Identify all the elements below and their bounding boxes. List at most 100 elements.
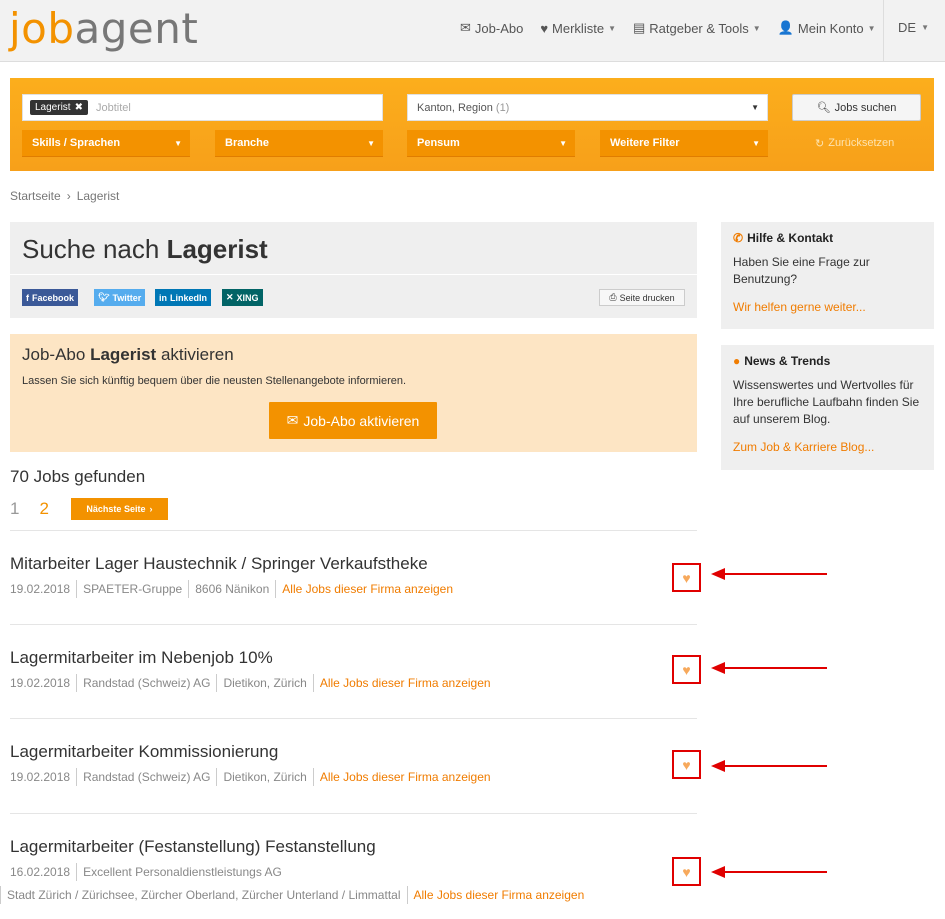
chevron-down-icon: ▼ <box>751 103 759 112</box>
results-count: 70 Jobs gefunden <box>10 467 146 486</box>
job-item: Lagermitarbeiter im Nebenjob 10% 19.02.2… <box>10 624 701 718</box>
job-meta: 19.02.2018 Randstad (Schweiz) AG Dietiko… <box>10 674 491 692</box>
chevron-down-icon: ▼ <box>367 139 375 148</box>
envelope-icon: ✉ <box>460 20 471 35</box>
job-title[interactable]: Lagermitarbeiter (Festanstellung) Festan… <box>10 837 376 857</box>
job-meta: 16.02.2018 Excellent Personaldienstleist… <box>10 863 282 881</box>
chevron-down-icon: ▼ <box>559 139 567 148</box>
nav-ratgeber[interactable]: ▤ Ratgeber & Tools ▼ <box>633 20 761 36</box>
print-button[interactable]: ⎙ Seite drucken <box>599 289 685 306</box>
company-jobs-link[interactable]: Alle Jobs dieser Firma anzeigen <box>414 888 585 902</box>
heart-icon: ♥ <box>682 569 691 586</box>
site-header: jobagent ✉ Job-Abo ♥ Merkliste ▼ ▤ Ratge… <box>0 0 945 62</box>
activate-abo-button[interactable]: ✉ Job-Abo aktivieren <box>269 402 437 439</box>
main-nav: ✉ Job-Abo ♥ Merkliste ▼ ▤ Ratgeber & Too… <box>460 20 893 36</box>
envelope-icon: ✉ <box>286 412 299 428</box>
nav-divider <box>883 0 884 62</box>
close-icon[interactable]: ✖ <box>75 102 83 113</box>
chevron-down-icon: ▼ <box>867 23 876 33</box>
chevron-down-icon: ▼ <box>608 23 616 33</box>
page-title: Suche nach Lagerist <box>22 234 268 264</box>
job-meta: Stadt Zürich / Zürichsee, Zürcher Oberla… <box>0 886 584 904</box>
heart-icon: ♥ <box>682 756 691 773</box>
printer-icon: ⎙ <box>609 292 617 302</box>
breadcrumb-current: Lagerist <box>76 189 120 203</box>
arrow-annotation <box>711 568 827 580</box>
globe-icon: ● <box>733 354 741 368</box>
logo[interactable]: jobagent <box>9 4 198 54</box>
page-1[interactable]: 1 <box>10 499 19 519</box>
job-abo-box: Job-Abo Lagerist aktivieren Lassen Sie s… <box>10 334 697 452</box>
job-item: Lagermitarbeiter Kommissionierung 19.02.… <box>10 718 701 813</box>
blog-link[interactable]: Zum Job & Karriere Blog... <box>733 440 874 454</box>
book-icon: ▤ <box>632 20 646 35</box>
breadcrumb: Startseite › Lagerist <box>10 189 119 203</box>
job-meta: 19.02.2018 Randstad (Schweiz) AG Dietiko… <box>10 768 491 786</box>
heart-icon: ♥ <box>540 20 549 36</box>
search-button[interactable]: 🔍︎ Jobs suchen <box>792 94 921 121</box>
facebook-icon: f <box>26 292 29 303</box>
filter-skills[interactable]: Skills / Sprachen ▼ <box>22 130 190 157</box>
pagination: 1 2 Nächste Seite › <box>10 498 168 520</box>
job-title[interactable]: Lagermitarbeiter Kommissionierung <box>10 742 278 762</box>
arrow-annotation <box>711 662 827 674</box>
xing-share-button[interactable]: ✕ XING <box>222 289 263 306</box>
chevron-down-icon: ▼ <box>752 139 760 148</box>
search-chip[interactable]: Lagerist ✖ <box>30 100 88 115</box>
abo-text: Lassen Sie sich künftig bequem über die … <box>22 375 407 387</box>
job-title[interactable]: Lagermitarbeiter im Nebenjob 10% <box>10 648 273 668</box>
company-jobs-link[interactable]: Alle Jobs dieser Firma anzeigen <box>282 582 453 596</box>
divider <box>10 274 697 275</box>
sidebar-news: ● News & Trends Wissenswertes und Wertvol… <box>721 345 934 470</box>
nav-merkliste[interactable]: ♥ Merkliste ▼ <box>540 20 616 36</box>
language-selector[interactable]: DE ▼ <box>898 20 929 35</box>
filter-weitere[interactable]: Weitere Filter ▼ <box>600 130 768 157</box>
bookmark-button[interactable]: ♥ <box>672 563 701 592</box>
news-heading: ● News & Trends <box>733 354 831 368</box>
heart-icon: ♥ <box>682 863 691 880</box>
job-item: Lagermitarbeiter (Festanstellung) Festan… <box>0 813 701 919</box>
phone-icon: ✆ <box>733 231 744 245</box>
nav-mein-konto[interactable]: 👤 Mein Konto ▼ <box>778 20 876 36</box>
refresh-icon: ↻ <box>815 138 825 150</box>
xing-icon: ✕ <box>226 292 234 302</box>
twitter-icon: 🐦︎ <box>98 292 110 302</box>
company-jobs-link[interactable]: Alle Jobs dieser Firma anzeigen <box>320 676 491 690</box>
job-title[interactable]: Mitarbeiter Lager Haustechnik / Springer… <box>10 554 428 574</box>
page-2[interactable]: 2 <box>39 499 48 519</box>
abo-heading: Job-Abo Lagerist aktivieren <box>22 345 234 364</box>
facebook-share-button[interactable]: f Facebook <box>22 289 79 306</box>
job-meta: 19.02.2018 SPAETER-Gruppe 8606 Nänikon A… <box>10 580 454 598</box>
bookmark-button[interactable]: ♥ <box>672 655 701 684</box>
company-jobs-link[interactable]: Alle Jobs dieser Firma anzeigen <box>320 770 491 784</box>
search-icon: 🔍︎ <box>816 102 831 114</box>
arrow-annotation <box>711 760 827 772</box>
title-box: Suche nach Lagerist f Facebook 🐦︎ Twitter … <box>10 222 697 318</box>
heart-icon: ♥ <box>682 661 691 678</box>
linkedin-share-button[interactable]: in LinkedIn <box>155 289 212 306</box>
job-item: Mitarbeiter Lager Haustechnik / Springer… <box>10 530 701 624</box>
next-page-button[interactable]: Nächste Seite › <box>70 498 168 520</box>
bookmark-button[interactable]: ♥ <box>672 857 701 886</box>
help-link[interactable]: Wir helfen gerne weiter... <box>733 300 866 314</box>
filter-pensum[interactable]: Pensum ▼ <box>407 130 575 157</box>
nav-job-abo[interactable]: ✉ Job-Abo <box>460 20 523 36</box>
chevron-right-icon: › <box>66 189 71 203</box>
twitter-share-button[interactable]: 🐦︎ Twitter <box>94 289 146 306</box>
chevron-down-icon: ▼ <box>174 139 182 148</box>
filter-branche[interactable]: Branche ▼ <box>215 130 383 157</box>
help-heading: ✆ Hilfe & Kontakt <box>733 231 834 245</box>
chevron-down-icon: ▼ <box>752 23 761 33</box>
breadcrumb-home[interactable]: Startseite <box>10 189 61 203</box>
region-select[interactable]: Kanton, Region (1) ▼ <box>407 94 768 121</box>
search-panel: Lagerist ✖ Jobtitel Kanton, Region (1) ▼ … <box>10 78 934 171</box>
arrow-annotation <box>711 866 827 878</box>
chevron-down-icon: ▼ <box>921 23 929 32</box>
jobtitle-input[interactable]: Lagerist ✖ Jobtitel <box>22 94 383 121</box>
chevron-right-icon: › <box>149 504 153 514</box>
user-icon: 👤 <box>777 20 794 35</box>
reset-button[interactable]: ↻ Zurücksetzen <box>815 137 894 150</box>
sidebar-help: ✆ Hilfe & Kontakt Haben Sie eine Frage zu… <box>721 222 934 329</box>
bookmark-button[interactable]: ♥ <box>672 750 701 779</box>
linkedin-icon: in <box>159 292 167 303</box>
